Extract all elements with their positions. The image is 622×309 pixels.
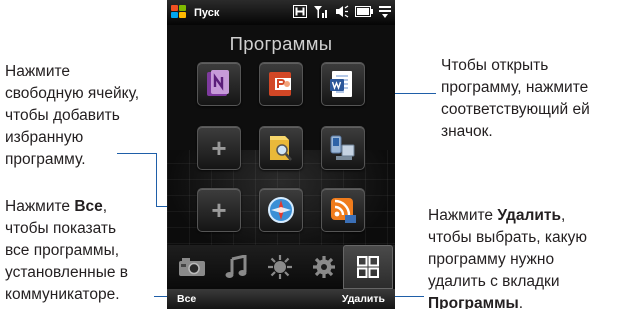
windows-flag-icon[interactable] [171, 5, 188, 20]
leader-line-add-favorite-h [117, 153, 157, 155]
file-explorer-icon [270, 136, 292, 161]
phone-screen: Пуск Программы + + Все Удалить [167, 0, 395, 309]
empty-slot-tile-2[interactable]: + [197, 188, 241, 232]
menu-icon[interactable] [379, 5, 391, 21]
delete-softkey[interactable]: Удалить [342, 293, 385, 305]
sync-device-icon [330, 135, 355, 160]
tab-bar [167, 245, 395, 289]
callout-show-all: Нажмите Все, чтобы показать все программ… [5, 198, 129, 303]
word-icon [330, 71, 352, 97]
soft-key-bar: Все Удалить [167, 289, 395, 309]
sync-device-tile[interactable] [321, 126, 365, 170]
powerpoint-icon [269, 72, 291, 96]
h-network-icon [293, 4, 307, 21]
tab-weather[interactable] [259, 245, 301, 289]
leader-line-add-favorite-v [156, 153, 158, 206]
empty-slot-tile[interactable]: + [197, 126, 241, 170]
tab-settings[interactable] [303, 245, 345, 289]
page-title: Программы [229, 33, 333, 54]
rss-icon [331, 198, 356, 223]
plus-icon: + [211, 133, 227, 163]
internet-explorer-icon [268, 197, 294, 223]
speaker-icon [335, 4, 349, 21]
word-tile[interactable] [321, 62, 365, 106]
programs-icon [357, 256, 379, 278]
powerpoint-tile[interactable] [259, 62, 303, 106]
signal-icon [313, 5, 329, 21]
all-softkey[interactable]: Все [177, 293, 196, 305]
rss-tile[interactable] [321, 188, 365, 232]
callout-open-program: Чтобы открыть программу, нажмите соответ… [441, 57, 590, 140]
file-explorer-tile[interactable] [259, 126, 303, 170]
battery-icon [355, 5, 373, 20]
weather-icon [268, 255, 292, 279]
status-icons [293, 4, 391, 21]
plus-icon: + [211, 195, 227, 225]
start-label[interactable]: Пуск [194, 7, 219, 19]
status-bar: Пуск [167, 0, 395, 25]
tab-programs[interactable] [343, 245, 393, 289]
callout-delete: Нажмите Удалить, чтобы выбрать, какую пр… [428, 207, 587, 309]
camera-icon [179, 258, 205, 276]
onenote-icon [207, 70, 229, 96]
settings-icon [313, 256, 335, 278]
internet-explorer-tile[interactable] [259, 188, 303, 232]
tab-camera[interactable] [171, 245, 213, 289]
music-icon [225, 255, 247, 278]
callout-add-favorite: Нажмите свободную ячейку, чтобы добавить… [5, 63, 140, 168]
tab-music[interactable] [215, 245, 257, 289]
leader-line-delete [392, 296, 424, 298]
onenote-tile[interactable] [197, 62, 241, 106]
